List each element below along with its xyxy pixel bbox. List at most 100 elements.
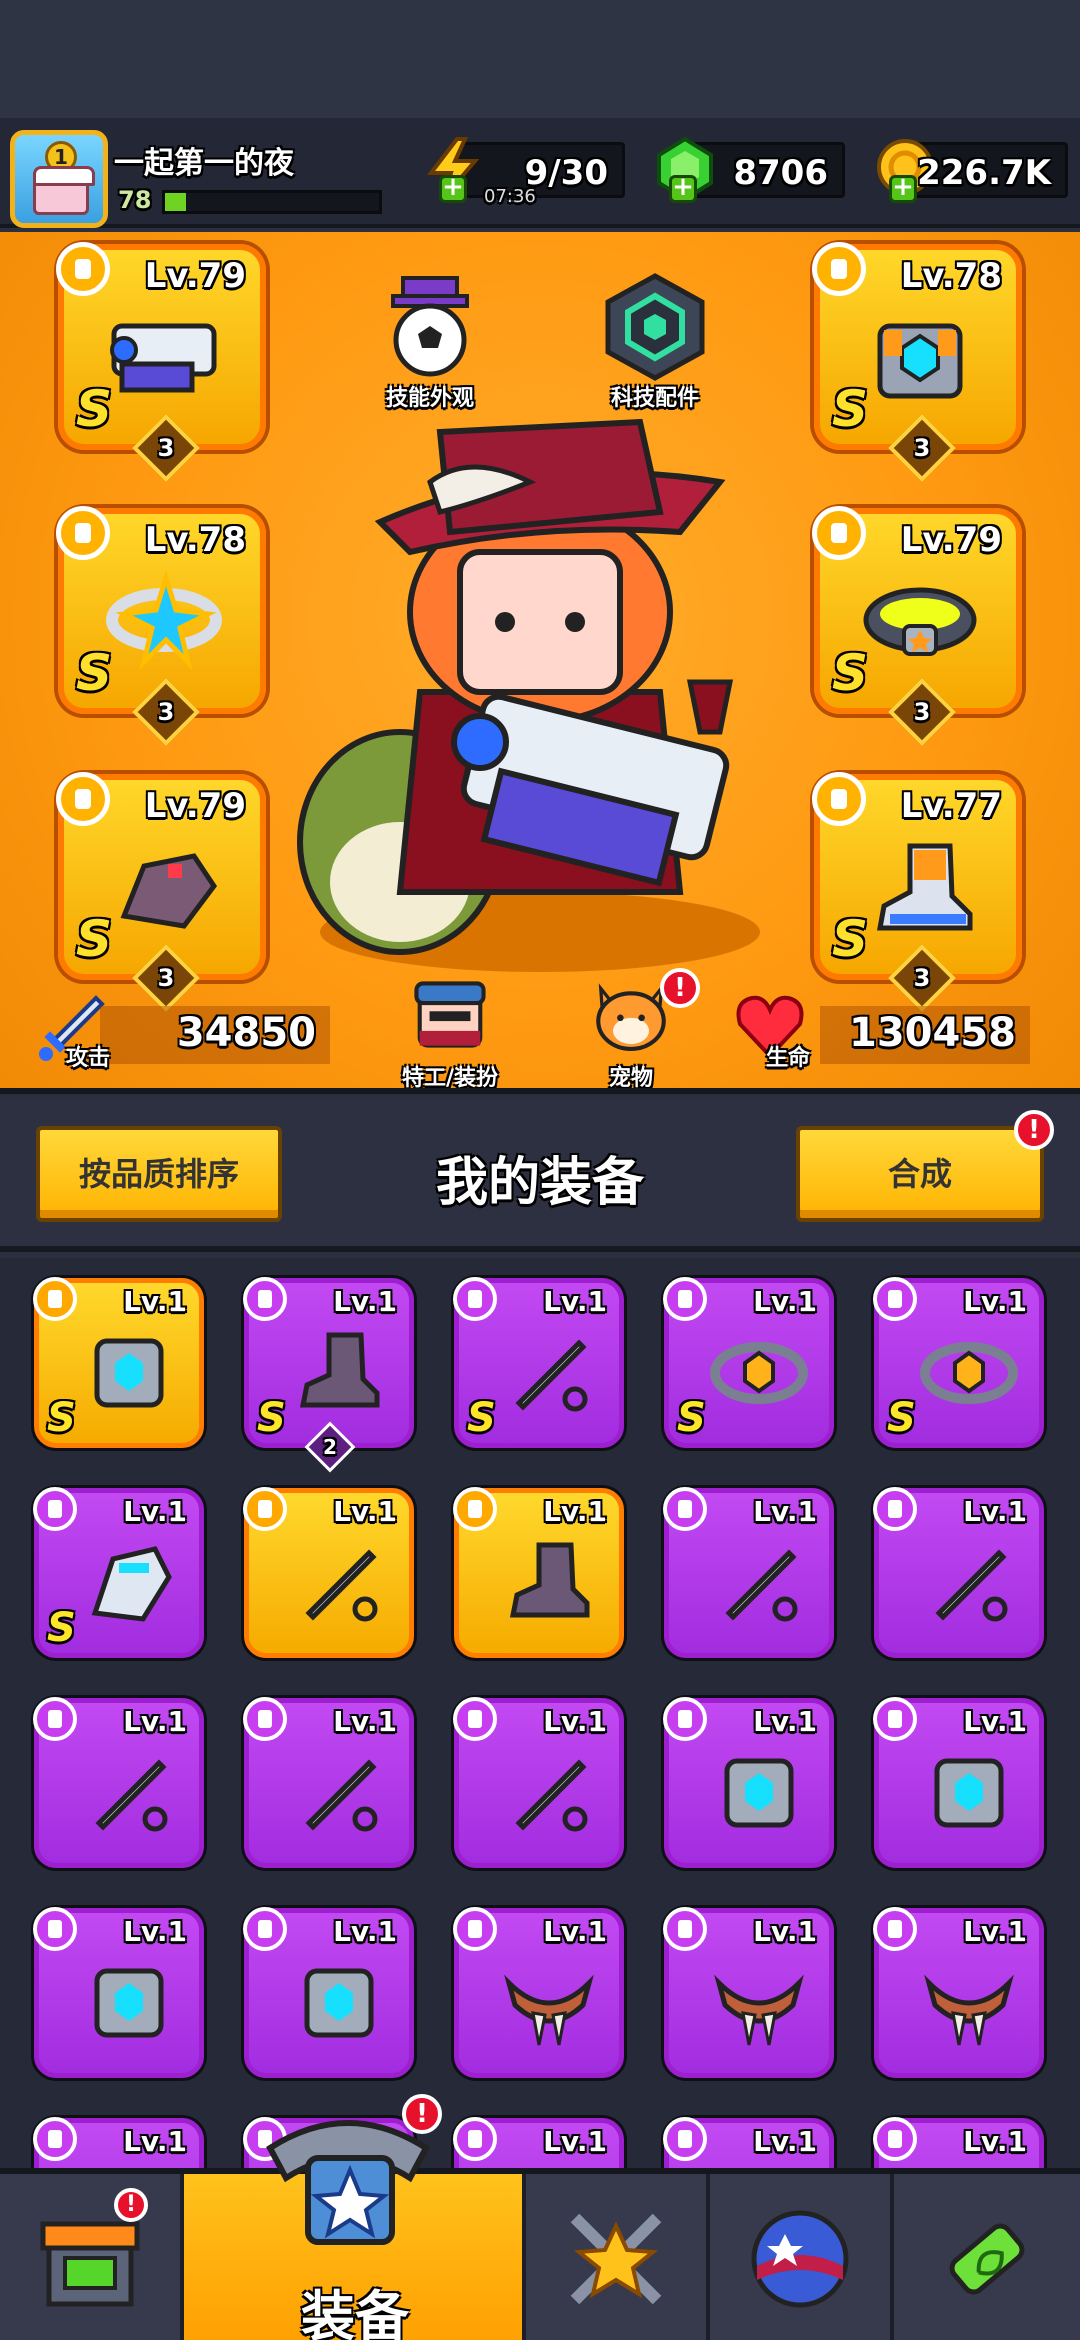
armor-type-icon (33, 1277, 77, 1321)
grade-badge: S (76, 910, 113, 968)
hp-value: 130458 (849, 1010, 1016, 1056)
boots-type-icon (453, 1487, 497, 1531)
inventory-item-boots[interactable]: Lv.1 S 2 (243, 1277, 414, 1473)
weapon-type-icon (873, 1487, 917, 1531)
item-level: Lv.1 (333, 1285, 397, 1318)
nav-shop[interactable] (0, 2174, 184, 2340)
inventory-item-weapon[interactable]: Lv.1 (453, 1697, 624, 1868)
boot-icon (877, 843, 973, 931)
armor-icon (94, 1338, 164, 1408)
inventory-item-armor[interactable]: Lv.1 (33, 1907, 204, 2078)
star-count: 3 (132, 678, 200, 746)
inventory-item-weapon[interactable]: Lv.1 (243, 1697, 414, 1868)
inventory-item-boots[interactable]: Lv.1 (453, 1487, 624, 1658)
equip-slot-belt[interactable]: Lv.79 S 3 (812, 506, 1022, 746)
inventory-item-weapon[interactable]: Lv.1 (663, 1487, 834, 1658)
item-level: Lv.1 (543, 1915, 607, 1948)
grade-badge: S (832, 380, 869, 438)
star-count: 3 (888, 414, 956, 482)
belt-type-icon (663, 1277, 707, 1321)
inventory-item-ring[interactable]: Lv.1 (33, 2117, 204, 2168)
ring-icon (924, 1974, 1014, 2046)
inventory-item-ring[interactable]: Lv.1 (663, 1907, 834, 2078)
ring-type-icon (663, 2117, 707, 2161)
grade-badge: S (467, 1395, 496, 1441)
equipment-alert-badge: ! (402, 2094, 442, 2134)
agent-costume-button[interactable]: 特工/装扮 (380, 972, 520, 1091)
ring-type-icon (453, 1907, 497, 1951)
inventory-item-armor[interactable]: Lv.1 (663, 1697, 834, 1868)
armor-icon (934, 1758, 1004, 1828)
gem-plus-icon[interactable]: + (669, 174, 697, 203)
crossed-swords-star-icon (570, 2213, 662, 2305)
weapon-icon (935, 1549, 1008, 1622)
nav-lab[interactable] (894, 2174, 1080, 2340)
tech-parts-button[interactable]: 科技配件 (590, 272, 720, 412)
inventory-item-weapon[interactable]: Lv.1 (243, 1487, 414, 1658)
player-avatar[interactable]: 1 (10, 130, 108, 228)
inventory-item-belt[interactable]: Lv.1 S (873, 1277, 1044, 1448)
coin-counter[interactable]: + 226.7K (877, 139, 1068, 203)
pet-button[interactable]: 宠物 ! (576, 968, 700, 1088)
item-level: Lv.1 (753, 2125, 817, 2158)
inventory-item-ring[interactable]: Lv.1 (663, 2117, 834, 2168)
inventory-item-ring[interactable]: Lv.1 (873, 1907, 1044, 2078)
ring-type-icon (453, 2117, 497, 2161)
energy-plus-icon[interactable]: + (439, 174, 467, 203)
armor-icon (94, 1968, 164, 2038)
weapon-type-icon (453, 1697, 497, 1741)
item-level: Lv.1 (123, 2125, 187, 2158)
inventory-item-weapon[interactable]: Lv.1 (33, 1697, 204, 1868)
player-header: 1 一起第一的夜 78 + 9/30 + 8706 + 226.7K (0, 118, 1080, 228)
inventory-item-ring[interactable]: Lv.1 (453, 2117, 624, 2168)
weapon-type-icon (56, 242, 110, 296)
slot-level: Lv.79 (900, 520, 1002, 560)
tech-parts-label: 科技配件 (610, 386, 699, 411)
equipment-toolbar: 按品质排序 我的装备 合成 ! (0, 1100, 1080, 1252)
coin-plus-icon[interactable]: + (889, 174, 917, 203)
ring-type-icon (56, 506, 110, 560)
equip-slot-ring[interactable]: Lv.78 S 3 (56, 506, 266, 746)
slot-level: Lv.78 (900, 256, 1002, 296)
merge-button[interactable]: 合成 (796, 1126, 1044, 1222)
inventory-item-weapon[interactable]: Lv.1 (873, 1487, 1044, 1658)
inventory-item-glove[interactable]: Lv.1 S (33, 1487, 204, 1658)
weapon-icon (725, 1549, 798, 1622)
gem-counter[interactable]: + 8706 (657, 137, 845, 203)
shop-alert-badge: ! (114, 2188, 148, 2222)
item-level: Lv.1 (753, 1495, 817, 1528)
agent-costume-label: 特工/装扮 (401, 1066, 499, 1091)
armor-type-icon (663, 1697, 707, 1741)
item-level: Lv.1 (753, 1285, 817, 1318)
nav-dungeon[interactable] (710, 2174, 894, 2340)
item-level: Lv.1 (123, 1705, 187, 1738)
grade-badge: S (677, 1395, 706, 1441)
inventory-item-armor[interactable]: Lv.1 (243, 1907, 414, 2078)
weapon-icon (515, 1759, 588, 1832)
nav-battle[interactable] (526, 2174, 710, 2340)
ring-type-icon (663, 1907, 707, 1951)
inventory-item-armor[interactable]: Lv.1 S (33, 1277, 204, 1448)
player-name: 一起第一的夜 (114, 146, 294, 181)
equip-slot-boots[interactable]: Lv.77 S 3 (812, 772, 1022, 1012)
ring-type-icon (33, 2117, 77, 2161)
equip-slot-weapon[interactable]: Lv.79 S 3 (56, 242, 266, 482)
inventory-item-ring[interactable]: Lv.1 (873, 2117, 1044, 2168)
equip-slot-glove[interactable]: Lv.79 S 3 (56, 772, 266, 1012)
equip-slot-armor[interactable]: Lv.78 S 3 (812, 242, 1022, 482)
armor-type-icon (243, 1907, 287, 1951)
inventory-item-weapon[interactable]: Lv.1 S (453, 1277, 624, 1448)
inventory-item-armor[interactable]: Lv.1 (873, 1697, 1044, 1868)
grade-badge: S (47, 1605, 76, 1651)
inventory-item-ring[interactable]: Lv.1 (453, 1907, 624, 2078)
armor-icon (304, 1968, 374, 2038)
weapon-type-icon (663, 1487, 707, 1531)
status-area (0, 0, 1080, 118)
ring-icon (504, 1974, 594, 2046)
ring-type-icon (873, 1907, 917, 1951)
energy-counter[interactable]: + 9/30 (426, 137, 625, 203)
ring-icon (714, 1974, 804, 2046)
skill-skin-button[interactable]: 技能外观 (370, 272, 490, 412)
belt-icon (863, 587, 977, 656)
inventory-item-belt[interactable]: Lv.1 S (663, 1277, 834, 1448)
